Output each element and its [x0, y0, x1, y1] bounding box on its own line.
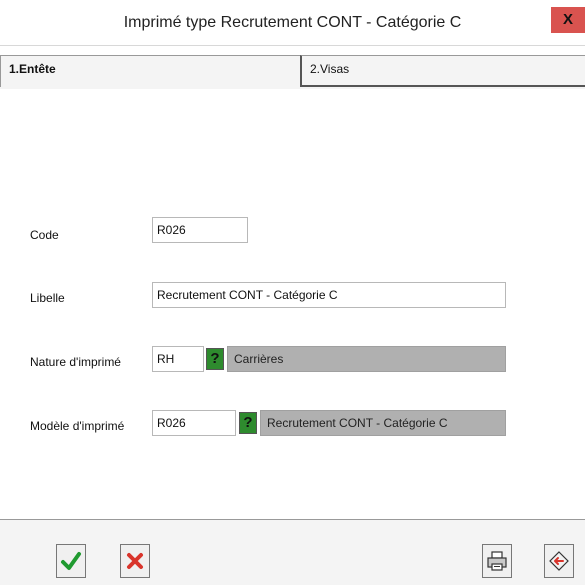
nature-help-button[interactable]: ?	[206, 348, 224, 370]
libelle-label: Libelle	[30, 291, 65, 305]
nature-code-field[interactable]: RH	[152, 346, 204, 372]
printer-icon	[487, 551, 507, 571]
window-title: Imprimé type Recrutement CONT - Catégori…	[123, 14, 462, 31]
print-button[interactable]	[482, 544, 512, 578]
libelle-field[interactable]: Recrutement CONT - Catégorie C	[152, 282, 506, 308]
close-button[interactable]: X	[551, 7, 585, 33]
modele-code-field[interactable]: R026	[152, 410, 236, 436]
title-bar: Imprimé type Recrutement CONT - Catégori…	[0, 0, 585, 46]
code-label: Code	[30, 228, 59, 242]
form-panel: Code R026 Libelle Recrutement CONT - Cat…	[0, 89, 585, 519]
cross-icon	[127, 553, 143, 569]
code-field[interactable]: R026	[152, 217, 248, 243]
modele-label: Modèle d'imprimé	[30, 419, 125, 433]
checkmark-icon	[61, 552, 81, 570]
exit-button[interactable]	[544, 544, 574, 578]
exit-icon	[549, 551, 569, 571]
validate-button[interactable]	[56, 544, 86, 578]
tab-visas[interactable]: 2.Visas	[300, 55, 585, 87]
action-bar	[0, 519, 585, 585]
question-icon: ?	[243, 414, 253, 431]
tab-bar: 1.Entête 2.Visas	[0, 55, 585, 89]
cancel-button[interactable]	[120, 544, 150, 578]
nature-description: Carrières	[227, 346, 506, 372]
modele-description: Recrutement CONT - Catégorie C	[260, 410, 506, 436]
nature-label: Nature d'imprimé	[30, 355, 121, 369]
tab-entete[interactable]: 1.Entête	[0, 55, 300, 87]
question-icon: ?	[210, 350, 220, 367]
modele-help-button[interactable]: ?	[239, 412, 257, 434]
